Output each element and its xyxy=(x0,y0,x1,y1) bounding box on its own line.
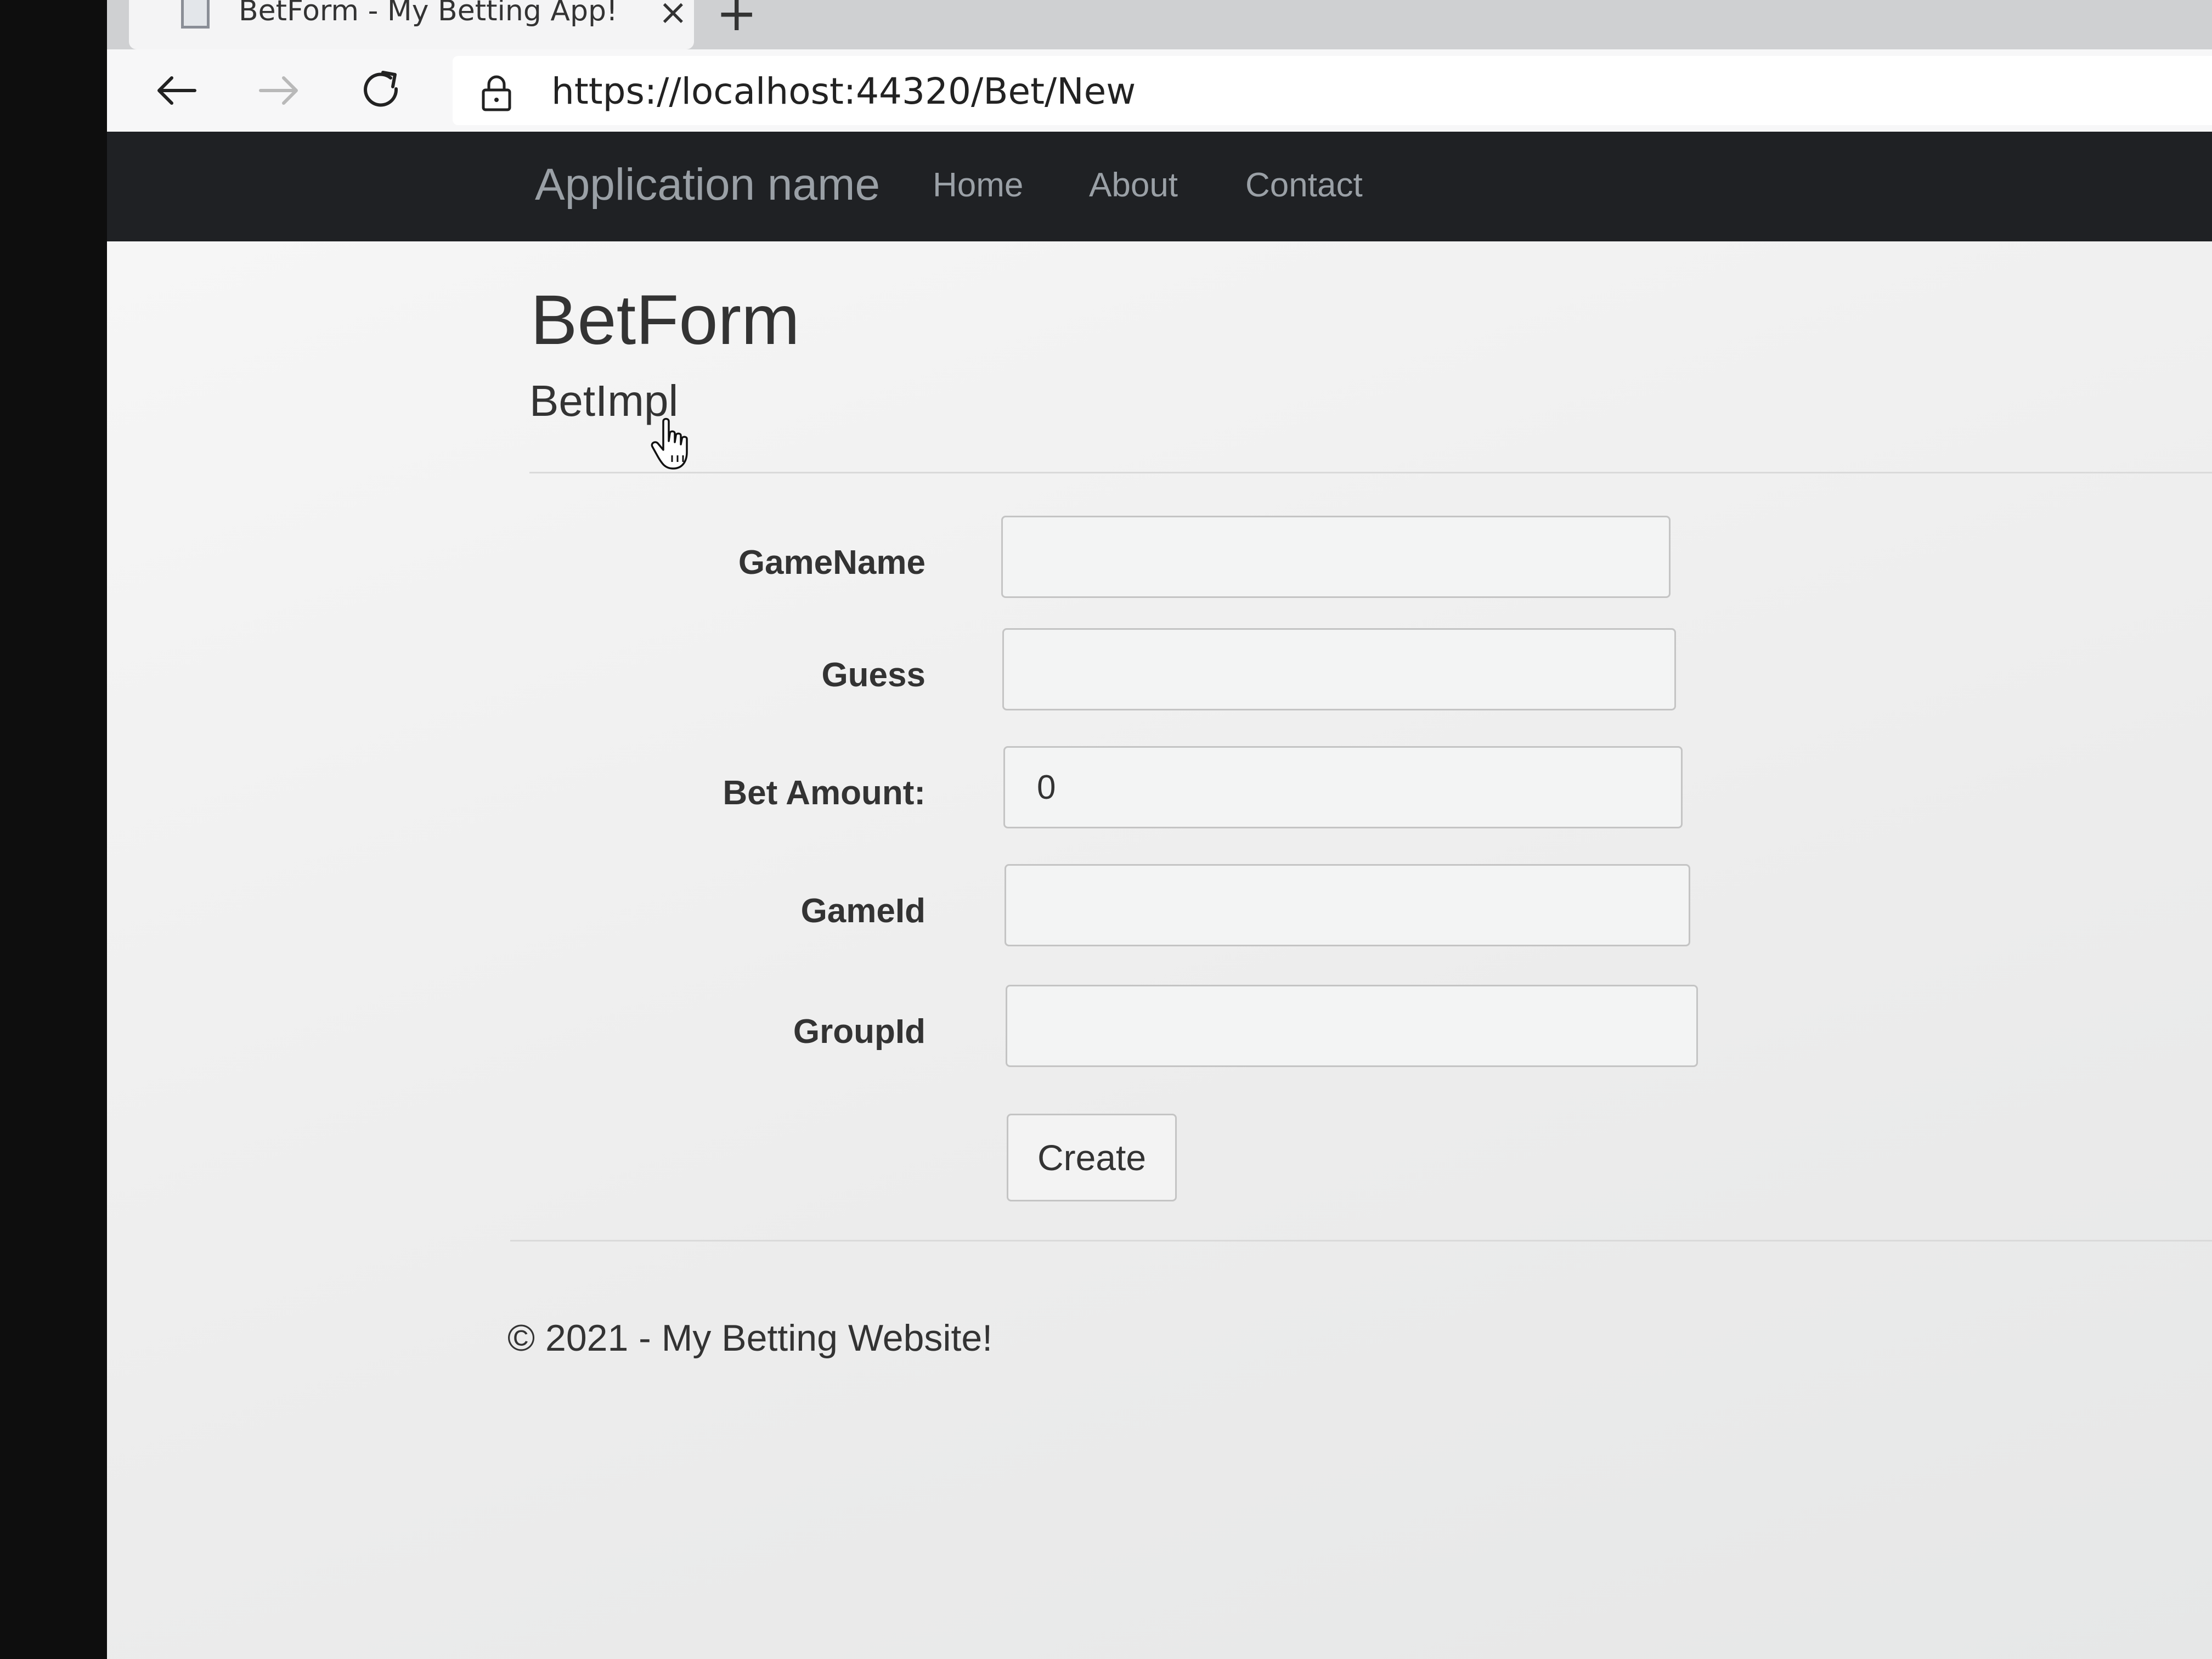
create-button[interactable]: Create xyxy=(1007,1114,1177,1201)
tab-strip: BetForm - My Betting App! × + xyxy=(107,0,2212,49)
gamename-input[interactable] xyxy=(1001,516,1671,598)
bet-amount-label: Bet Amount: xyxy=(723,774,926,812)
tab-betform[interactable]: BetForm - My Betting App! × xyxy=(129,0,694,49)
nav-link-contact[interactable]: Contact xyxy=(1245,166,1363,205)
address-bar[interactable]: https://localhost:44320/Bet/New xyxy=(453,56,2212,125)
nav-link-home[interactable]: Home xyxy=(933,166,1023,205)
forward-button[interactable] xyxy=(254,66,303,115)
tab-title: BetForm - My Betting App! xyxy=(239,0,618,27)
groupid-label: GroupId xyxy=(793,1013,926,1051)
gamename-label: GameName xyxy=(738,544,926,582)
new-tab-button[interactable]: + xyxy=(716,0,757,42)
hand-cursor-icon xyxy=(651,417,688,470)
forward-arrow-icon xyxy=(259,76,298,105)
gameid-input[interactable] xyxy=(1005,864,1690,946)
url-text[interactable]: https://localhost:44320/Bet/New xyxy=(551,70,1136,112)
back-arrow-icon xyxy=(157,76,196,105)
browser-window: BetForm - My Betting App! × + https://lo… xyxy=(107,0,2212,1659)
footer-copyright: © 2021 - My Betting Website! xyxy=(507,1317,993,1359)
brand-link[interactable]: Application name xyxy=(535,159,880,211)
gameid-label: GameId xyxy=(800,892,926,930)
reload-button[interactable] xyxy=(357,66,406,115)
header-divider xyxy=(529,472,2212,473)
form-row-groupid: GroupId xyxy=(107,985,2212,1073)
close-icon[interactable]: × xyxy=(658,0,688,33)
guess-input[interactable] xyxy=(1002,628,1676,710)
form-row-gamename: GameName xyxy=(107,516,2212,603)
page-title: BetForm xyxy=(531,281,800,359)
back-button[interactable] xyxy=(152,66,201,115)
page-content: BetForm BetImpl GameName Guess Bet Amoun… xyxy=(107,241,2212,1659)
form-row-bet-amount: Bet Amount: xyxy=(107,746,2212,834)
guess-label: Guess xyxy=(821,656,926,694)
lock-icon[interactable] xyxy=(480,74,513,112)
page-favicon-icon xyxy=(181,0,210,29)
form-row-guess: Guess xyxy=(107,628,2212,716)
site-navbar: Application name Home About Contact xyxy=(107,132,2212,241)
form-row-gameid: GameId xyxy=(107,864,2212,952)
nav-link-about[interactable]: About xyxy=(1089,166,1178,205)
groupid-input[interactable] xyxy=(1006,985,1698,1067)
browser-toolbar: https://localhost:44320/Bet/New xyxy=(107,49,2212,133)
reload-icon xyxy=(364,71,398,107)
footer-divider xyxy=(510,1240,2212,1242)
bet-amount-input[interactable] xyxy=(1003,746,1683,828)
